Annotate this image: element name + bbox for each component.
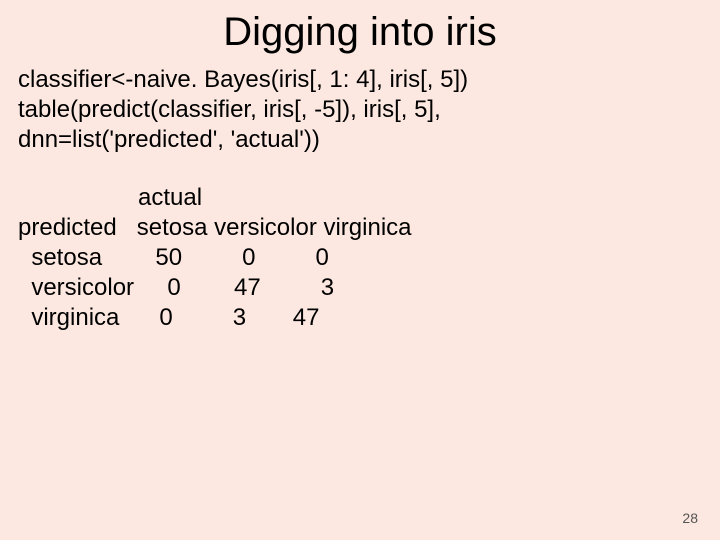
slide-title: Digging into iris <box>0 0 720 65</box>
code-line: classifier<-naive. Bayes(iris[, 1: 4], i… <box>18 65 702 95</box>
output-line: versicolor 0 47 3 <box>18 273 702 303</box>
code-line: dnn=list('predicted', 'actual')) <box>18 125 702 155</box>
output-line: virginica 0 3 47 <box>18 303 702 333</box>
output-line: predicted setosa versicolor virginica <box>18 213 702 243</box>
slide: Digging into iris classifier<-naive. Bay… <box>0 0 720 540</box>
page-number: 28 <box>682 510 698 526</box>
output-line: actual <box>18 183 702 213</box>
code-line: table(predict(classifier, iris[, -5]), i… <box>18 95 702 125</box>
output-block: actual predicted setosa versicolor virgi… <box>0 183 720 333</box>
output-line: setosa 50 0 0 <box>18 243 702 273</box>
spacer <box>0 155 720 183</box>
code-block: classifier<-naive. Bayes(iris[, 1: 4], i… <box>0 65 720 155</box>
